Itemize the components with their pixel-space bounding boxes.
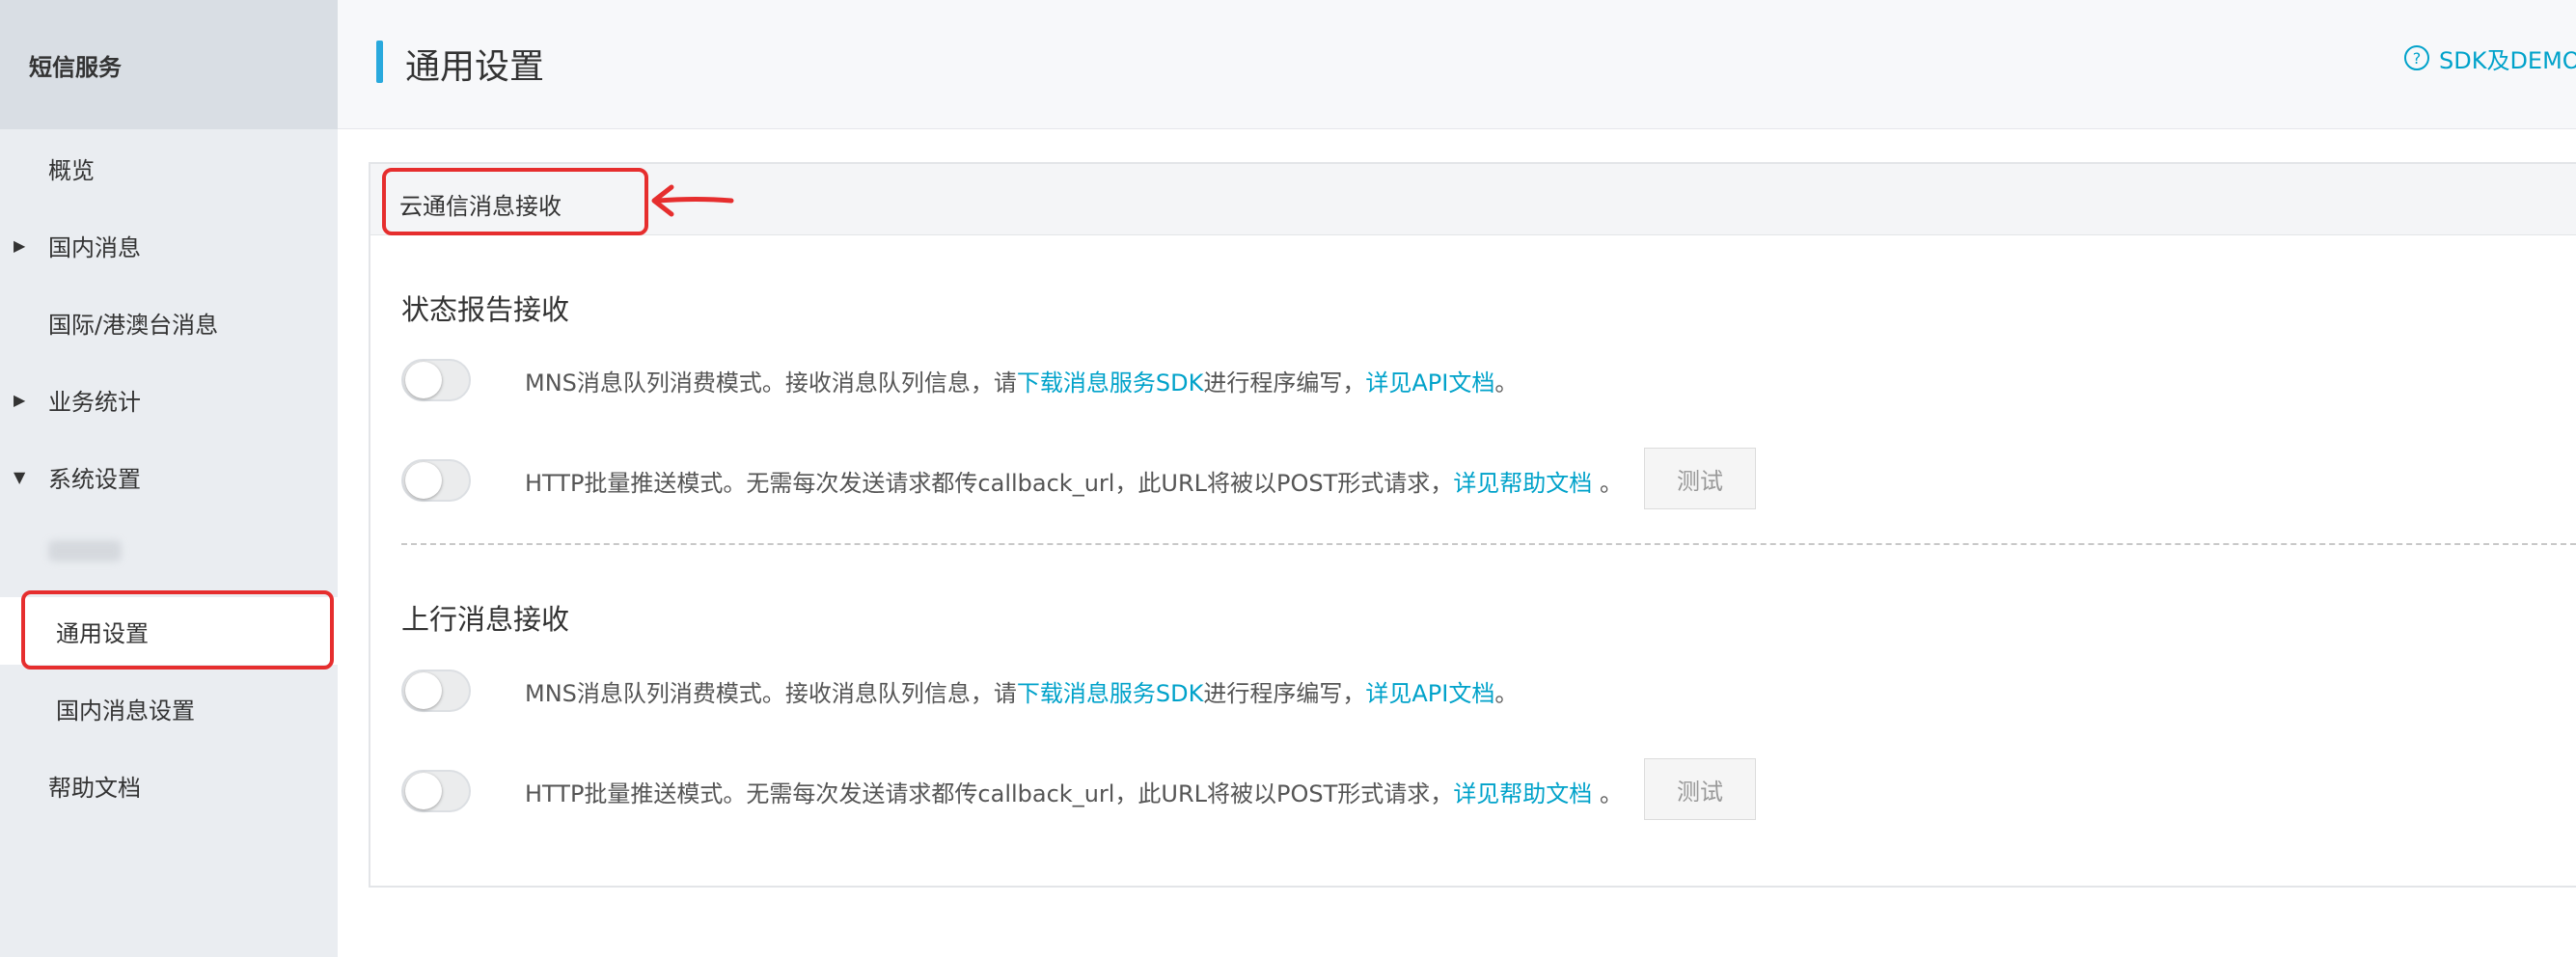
toggle-knob bbox=[405, 462, 442, 499]
sidebar-item-business-stats[interactable]: ▶ 业务统计 bbox=[0, 366, 338, 433]
api-docs-link[interactable]: 详见API文档 bbox=[1365, 369, 1494, 396]
sidebar-item-label: 国内消息 bbox=[48, 233, 141, 261]
sidebar-item-label: 通用设置 bbox=[56, 619, 149, 647]
title-accent-bar bbox=[376, 41, 383, 83]
sidebar-item-label: 国内消息设置 bbox=[56, 697, 195, 725]
row-text: 。 bbox=[1592, 470, 1623, 497]
page-header bbox=[338, 0, 2576, 129]
http-mode-description: HTTP批量推送模式。无需每次发送请求都传callback_url，此URL将被… bbox=[525, 464, 1623, 498]
toggle-knob bbox=[405, 773, 442, 809]
sidebar-item-overview[interactable]: 概览 bbox=[0, 134, 338, 202]
section-divider bbox=[401, 543, 2576, 545]
sidebar-item-domestic-message-settings[interactable]: 国内消息设置 bbox=[0, 674, 338, 742]
row-text: 。 bbox=[1494, 680, 1519, 707]
section-title-status-report: 状态报告接收 bbox=[401, 293, 570, 326]
mns-mode-description: MNS消息队列消费模式。接收消息队列信息，请下载消息服务SDK进行程序编写，详见… bbox=[525, 674, 1518, 708]
toggle-knob bbox=[405, 672, 442, 709]
caret-right-icon: ▶ bbox=[14, 235, 26, 255]
toggle-knob bbox=[405, 362, 442, 398]
row-text: 。 bbox=[1494, 369, 1519, 396]
help-docs-link[interactable]: 详见帮助文档 bbox=[1453, 780, 1592, 807]
sidebar-item-label: 国际/港澳台消息 bbox=[48, 311, 219, 339]
mns-mode-description: MNS消息队列消费模式。接收消息队列信息，请下载消息服务SDK进行程序编写，详见… bbox=[525, 364, 1518, 397]
sidebar-item-label: 系统设置 bbox=[48, 465, 141, 493]
mns-mode-toggle[interactable] bbox=[401, 359, 471, 401]
panel-header: 云通信消息接收 bbox=[370, 164, 2576, 235]
sidebar-item-label: 业务统计 bbox=[48, 388, 141, 416]
sidebar-item-system-settings[interactable]: ▼ 系统设置 bbox=[0, 443, 338, 510]
caret-right-icon: ▶ bbox=[14, 390, 26, 409]
sidebar-title: 短信服务 bbox=[0, 0, 338, 129]
http-mode-description: HTTP批量推送模式。无需每次发送请求都传callback_url，此URL将被… bbox=[525, 775, 1623, 808]
sidebar-item-help-docs[interactable]: 帮助文档 bbox=[0, 752, 338, 819]
page-title: 通用设置 bbox=[405, 47, 545, 87]
sidebar-item-international-messages[interactable]: 国际/港澳台消息 bbox=[0, 288, 338, 356]
blurred-sidebar-item bbox=[48, 540, 122, 561]
row-text: 。 bbox=[1592, 780, 1623, 807]
test-button[interactable]: 测试 bbox=[1644, 448, 1756, 509]
sidebar-item-label: 帮助文档 bbox=[48, 774, 141, 802]
sdk-demo-label: SDK及DEMO bbox=[2439, 46, 2576, 74]
caret-down-icon: ▼ bbox=[14, 467, 26, 486]
sidebar-item-general-settings[interactable]: 通用设置 bbox=[0, 597, 338, 665]
row-text: 进行程序编写， bbox=[1203, 680, 1366, 707]
help-circle-icon: ? bbox=[2404, 45, 2429, 70]
api-docs-link[interactable]: 详见API文档 bbox=[1365, 680, 1494, 707]
row-text: MNS消息队列消费模式。接收消息队列信息，请 bbox=[525, 680, 1017, 707]
download-sdk-link[interactable]: 下载消息服务SDK bbox=[1017, 369, 1203, 396]
help-docs-link[interactable]: 详见帮助文档 bbox=[1453, 470, 1592, 497]
sdk-demo-link[interactable]: ? SDK及DEMO bbox=[2404, 41, 2576, 75]
mns-mode-toggle[interactable] bbox=[401, 670, 471, 712]
row-text: 进行程序编写， bbox=[1203, 369, 1366, 396]
sidebar-item-domestic-messages[interactable]: ▶ 国内消息 bbox=[0, 211, 338, 279]
row-text: HTTP批量推送模式。无需每次发送请求都传callback_url，此URL将被… bbox=[525, 470, 1454, 497]
http-mode-toggle[interactable] bbox=[401, 770, 471, 812]
download-sdk-link[interactable]: 下载消息服务SDK bbox=[1017, 680, 1203, 707]
row-text: HTTP批量推送模式。无需每次发送请求都传callback_url，此URL将被… bbox=[525, 780, 1454, 807]
row-text: MNS消息队列消费模式。接收消息队列信息，请 bbox=[525, 369, 1017, 396]
section-title-upstream: 上行消息接收 bbox=[401, 603, 570, 636]
panel-header-title: 云通信消息接收 bbox=[399, 193, 562, 220]
test-button[interactable]: 测试 bbox=[1644, 758, 1756, 820]
sidebar: 短信服务 概览 ▶ 国内消息 国际/港澳台消息 ▶ 业务统计 ▼ 系统设置 通用… bbox=[0, 0, 338, 957]
sidebar-item-label: 概览 bbox=[48, 156, 95, 184]
http-mode-toggle[interactable] bbox=[401, 459, 471, 502]
